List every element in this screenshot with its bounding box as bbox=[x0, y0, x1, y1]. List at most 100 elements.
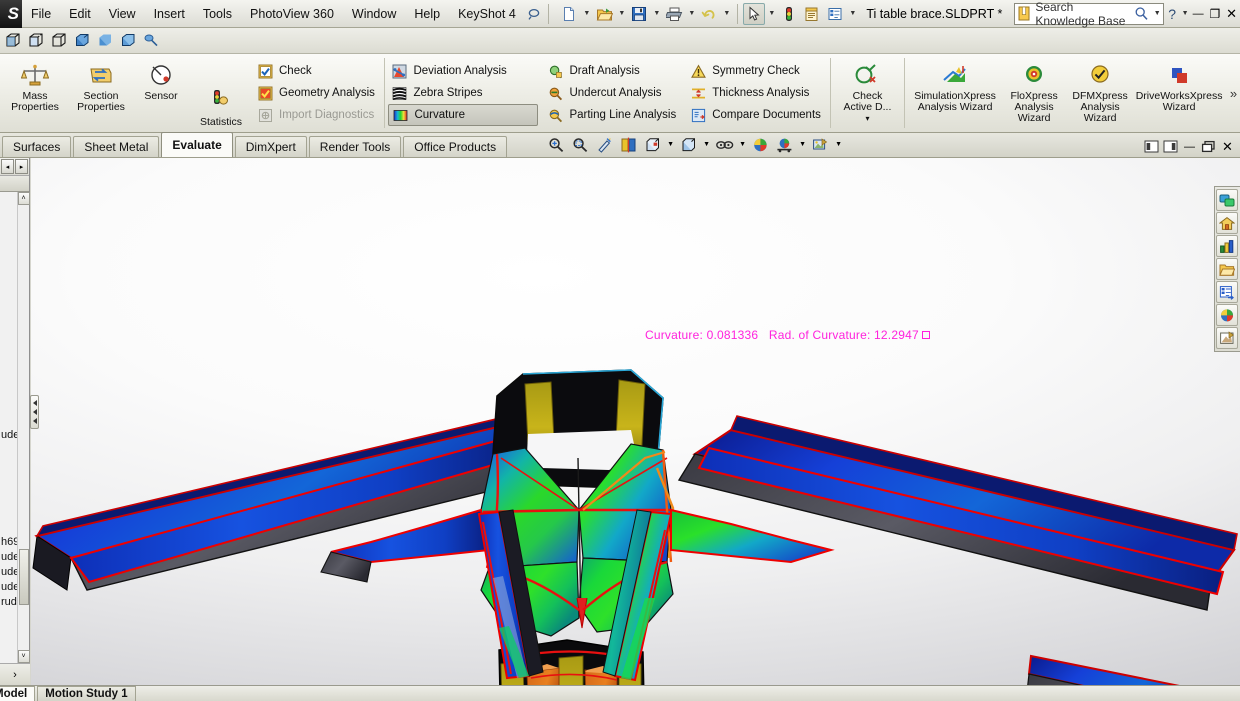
tree-item[interactable]: ude bbox=[0, 580, 18, 595]
mass-properties-button[interactable]: Mass Properties bbox=[2, 56, 68, 130]
open-document-caret-icon[interactable]: ▼ bbox=[616, 3, 627, 25]
custom-properties-icon[interactable] bbox=[1216, 327, 1238, 349]
save-document-icon[interactable] bbox=[628, 3, 650, 25]
panel-nav-back-icon[interactable]: ◂ bbox=[1, 159, 14, 174]
draft-quality-hlr-icon[interactable] bbox=[117, 30, 139, 52]
panel-splitter-handle[interactable] bbox=[30, 395, 39, 429]
menu-tools[interactable]: Tools bbox=[194, 0, 241, 28]
tab-dimxpert[interactable]: DimXpert bbox=[235, 136, 307, 157]
panel-tab-strip[interactable] bbox=[0, 176, 29, 192]
tab-motion-study-1[interactable]: Motion Study 1 bbox=[37, 686, 135, 701]
restore-icon[interactable]: ❐ bbox=[1206, 3, 1223, 25]
tab-model[interactable]: Model bbox=[0, 686, 35, 701]
view-settings-icon[interactable] bbox=[809, 134, 832, 155]
menu-photoview-360[interactable]: PhotoView 360 bbox=[241, 0, 343, 28]
zoom-to-area-icon[interactable] bbox=[569, 134, 592, 155]
dfmxpress-wizard-button[interactable]: DFMXpress Analysis Wizard bbox=[1067, 56, 1133, 130]
new-document-icon[interactable] bbox=[558, 3, 580, 25]
doc-minimize-icon[interactable]: — bbox=[1181, 138, 1198, 155]
curvature-button[interactable]: Curvature bbox=[388, 104, 538, 126]
hide-show-items-caret-icon[interactable]: ▼ bbox=[737, 134, 748, 155]
tile-left-icon[interactable] bbox=[1143, 138, 1160, 155]
simulationxpress-wizard-button[interactable]: SimulationXpress Analysis Wizard bbox=[909, 56, 1001, 130]
view-orientation-caret-icon[interactable]: ▼ bbox=[665, 134, 676, 155]
undo-icon[interactable] bbox=[698, 3, 720, 25]
tab-surfaces[interactable]: Surfaces bbox=[2, 136, 71, 157]
wireframe-icon[interactable] bbox=[2, 30, 24, 52]
section-view-icon[interactable] bbox=[617, 134, 640, 155]
scrollbar-thumb[interactable] bbox=[19, 549, 29, 605]
search-folder-icon[interactable] bbox=[1216, 258, 1238, 280]
section-properties-button[interactable]: Section Properties bbox=[68, 56, 134, 130]
scroll-up-icon[interactable]: ˄ bbox=[18, 192, 30, 205]
zebra-stripes-button[interactable]: Zebra Stripes bbox=[388, 82, 538, 104]
tree-item[interactable]: ude bbox=[0, 550, 18, 565]
menu-view[interactable]: View bbox=[100, 0, 145, 28]
menu-edit[interactable]: Edit bbox=[60, 0, 100, 28]
draft-analysis-button[interactable]: Draft Analysis bbox=[544, 60, 681, 82]
customize-caret-icon[interactable]: ▼ bbox=[847, 3, 858, 25]
minimize-icon[interactable]: — bbox=[1190, 3, 1207, 25]
solidworks-resources-icon[interactable] bbox=[1216, 189, 1238, 211]
search-input[interactable]: Search Knowledge Base bbox=[1033, 0, 1131, 28]
select-caret-icon[interactable]: ▼ bbox=[766, 3, 777, 25]
floxpress-wizard-button[interactable]: FloXpress Analysis Wizard bbox=[1001, 56, 1067, 130]
search-icon[interactable] bbox=[1132, 6, 1152, 21]
shaded-icon[interactable] bbox=[94, 30, 116, 52]
shaded-with-edges-icon[interactable] bbox=[71, 30, 93, 52]
doc-restore-icon[interactable] bbox=[1200, 138, 1217, 155]
apply-scene-caret-icon[interactable]: ▼ bbox=[797, 134, 808, 155]
hidden-lines-removed-icon[interactable] bbox=[48, 30, 70, 52]
import-diagnostics-button[interactable]: Import Diagnostics bbox=[254, 104, 380, 126]
undo-caret-icon[interactable]: ▼ bbox=[721, 3, 732, 25]
tree-item[interactable]: h69 bbox=[0, 535, 18, 550]
help-dropdown-icon[interactable]: ▼ bbox=[1181, 3, 1190, 25]
check-button[interactable]: Check bbox=[254, 60, 380, 82]
options-icon[interactable] bbox=[801, 3, 823, 25]
tab-sheet-metal[interactable]: Sheet Metal bbox=[73, 136, 159, 157]
customize-icon[interactable] bbox=[824, 3, 846, 25]
ribbon-overflow-icon[interactable]: » bbox=[1227, 54, 1240, 132]
menu-window[interactable]: Window bbox=[343, 0, 405, 28]
help-icon[interactable]: ? bbox=[1164, 3, 1181, 25]
tab-evaluate[interactable]: Evaluate bbox=[161, 132, 232, 157]
tree-item[interactable]: ude bbox=[0, 565, 18, 580]
design-library-icon[interactable] bbox=[1216, 212, 1238, 234]
feature-tree[interactable]: ude h69 ude ude ude rud bbox=[0, 192, 18, 663]
parting-line-analysis-button[interactable]: Parting Line Analysis bbox=[544, 104, 681, 126]
tree-item[interactable]: rud bbox=[0, 595, 18, 610]
solidworks-logo[interactable]: S bbox=[0, 0, 22, 28]
thickness-analysis-button[interactable]: Thickness Analysis bbox=[687, 82, 826, 104]
undercut-analysis-button[interactable]: Undercut Analysis bbox=[544, 82, 681, 104]
tab-office-products[interactable]: Office Products bbox=[403, 136, 507, 157]
open-document-icon[interactable] bbox=[593, 3, 615, 25]
hidden-lines-visible-icon[interactable] bbox=[25, 30, 47, 52]
print-caret-icon[interactable]: ▼ bbox=[686, 3, 697, 25]
symmetry-check-button[interactable]: Symmetry Check bbox=[687, 60, 826, 82]
perspective-icon[interactable] bbox=[140, 30, 162, 52]
edit-appearance-icon[interactable] bbox=[749, 134, 772, 155]
compare-documents-button[interactable]: Compare Documents bbox=[687, 104, 826, 126]
view-orientation-icon[interactable] bbox=[641, 134, 664, 155]
driveworksxpress-wizard-button[interactable]: DriveWorksXpress Wizard bbox=[1133, 56, 1225, 130]
menu-help[interactable]: Help bbox=[405, 0, 449, 28]
print-icon[interactable] bbox=[663, 3, 685, 25]
deviation-analysis-button[interactable]: Deviation Analysis bbox=[388, 60, 538, 82]
check-active-caret-icon[interactable]: ▾ bbox=[865, 113, 869, 124]
sensor-button[interactable]: Sensor bbox=[134, 56, 188, 130]
search-knowledge-base[interactable]: Search Knowledge Base ▼ bbox=[1014, 3, 1163, 25]
pushpin-icon[interactable] bbox=[525, 3, 544, 25]
menu-insert[interactable]: Insert bbox=[145, 0, 194, 28]
tile-right-icon[interactable] bbox=[1162, 138, 1179, 155]
new-document-caret-icon[interactable]: ▼ bbox=[581, 3, 592, 25]
close-icon[interactable]: ✕ bbox=[1223, 3, 1240, 25]
tab-render-tools[interactable]: Render Tools bbox=[309, 136, 402, 157]
tree-item[interactable]: ude bbox=[0, 428, 18, 443]
geometry-analysis-button[interactable]: Geometry Analysis bbox=[254, 82, 380, 104]
panel-resize-handle[interactable]: › bbox=[0, 663, 30, 685]
file-explorer-icon[interactable] bbox=[1216, 235, 1238, 257]
view-palette-icon[interactable] bbox=[1216, 281, 1238, 303]
previous-view-icon[interactable] bbox=[593, 134, 616, 155]
search-caret-icon[interactable]: ▼ bbox=[1152, 3, 1163, 25]
rebuild-icon[interactable] bbox=[778, 3, 800, 25]
